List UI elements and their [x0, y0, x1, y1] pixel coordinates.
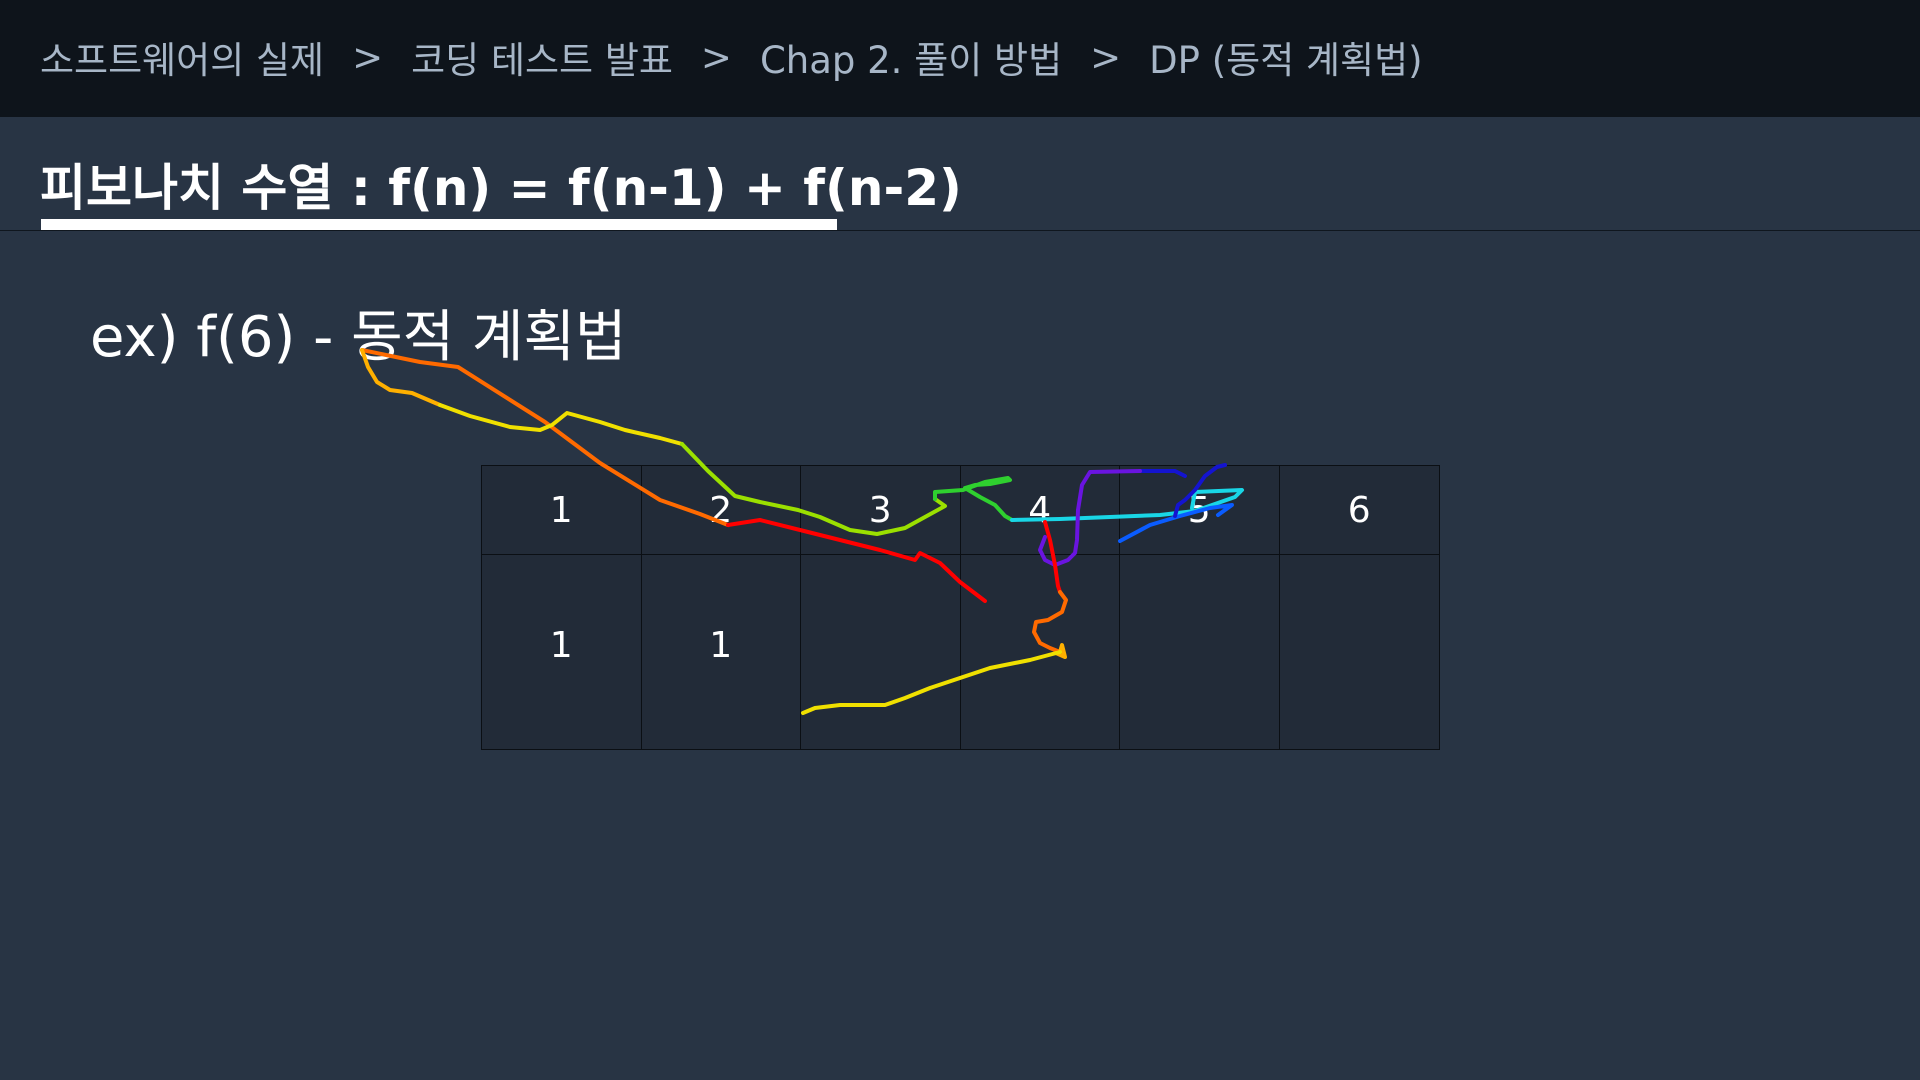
table-index-cell: 4 — [960, 466, 1120, 555]
breadcrumb-item[interactable]: 코딩 테스트 발표 — [411, 30, 673, 84]
table-value-cell — [801, 555, 961, 749]
breadcrumb-separator: > — [352, 35, 384, 79]
header-divider — [0, 230, 1920, 231]
table-index-cell: 5 — [1120, 466, 1280, 555]
table-index-cell: 1 — [482, 466, 642, 555]
table-value-cell: 1 — [482, 555, 642, 749]
breadcrumb-separator: > — [700, 35, 732, 79]
breadcrumb-item-current[interactable]: DP (동적 계획법) — [1149, 30, 1422, 84]
top-bar: 소프트웨어의 실제 > 코딩 테스트 발표 > Chap 2. 풀이 방법 > … — [0, 0, 1920, 117]
table-value-cell — [1120, 555, 1280, 749]
table-index-cell: 3 — [801, 466, 961, 555]
breadcrumb-item[interactable]: 소프트웨어의 실제 — [40, 30, 324, 84]
table-value-cell: 1 — [642, 555, 801, 749]
scribble-stroke — [438, 403, 684, 446]
table-value-cell — [1280, 555, 1440, 749]
table-index-cell: 2 — [641, 466, 801, 555]
title-underline — [41, 219, 837, 230]
slide: 소프트웨어의 실제 > 코딩 테스트 발표 > Chap 2. 풀이 방법 > … — [0, 0, 1920, 1080]
breadcrumb-item[interactable]: Chap 2. 풀이 방법 — [760, 30, 1062, 84]
dp-table: 1 2 3 4 5 6 1 1 — [481, 465, 1440, 750]
table-value-cell — [961, 555, 1120, 749]
breadcrumb-separator: > — [1090, 35, 1122, 79]
example-label: ex) f(6) - 동적 계획법 — [90, 305, 627, 370]
page-title: 피보나치 수열 : f(n) = f(n-1) + f(n-2) — [40, 159, 962, 217]
breadcrumb: 소프트웨어의 실제 > 코딩 테스트 발표 > Chap 2. 풀이 방법 > … — [40, 30, 1423, 84]
table-index-cell: 6 — [1279, 466, 1439, 555]
